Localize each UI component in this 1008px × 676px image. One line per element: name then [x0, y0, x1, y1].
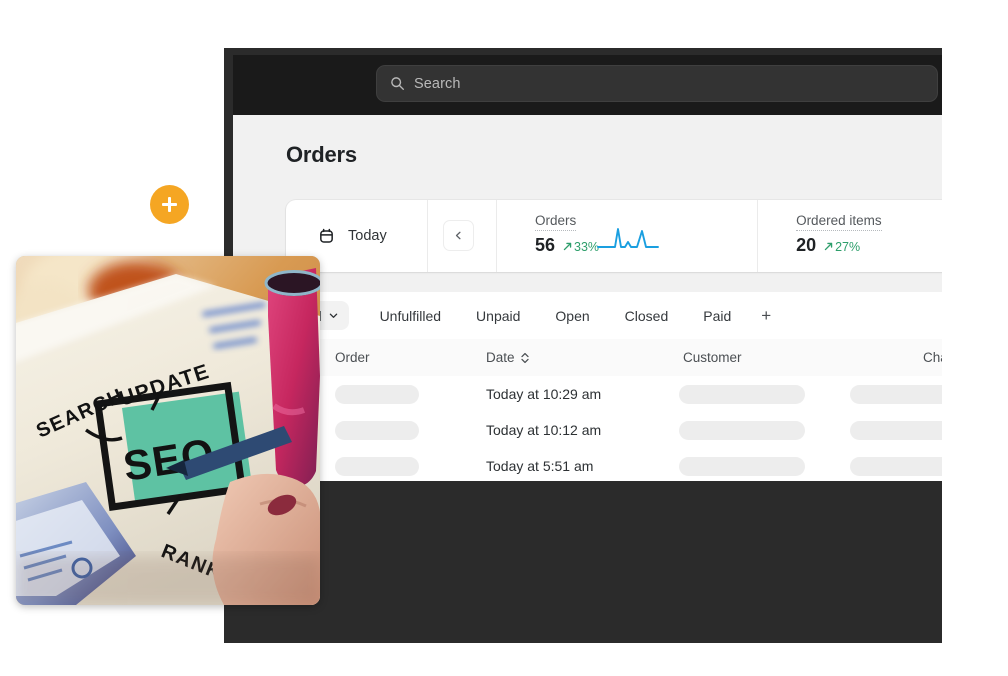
channel-placeholder [850, 457, 942, 476]
customer-placeholder [679, 421, 805, 440]
order-placeholder [335, 457, 419, 476]
metric-label: Ordered items [796, 213, 882, 231]
metric-ordered-items: Ordered items 20 27% [757, 200, 882, 272]
seo-notebook-photo: SEARCH UPDATE SEO RANKINGS [16, 256, 320, 605]
order-date: Today at 5:51 am [486, 458, 594, 474]
previous-period-button[interactable] [443, 220, 474, 251]
column-header-date[interactable]: Date [486, 350, 530, 365]
sort-arrows-icon [520, 352, 529, 363]
calendar-icon [320, 228, 333, 243]
channel-placeholder [850, 385, 942, 404]
customer-placeholder [679, 457, 805, 476]
order-date: Today at 10:29 am [486, 386, 602, 402]
order-date: Today at 10:12 am [486, 422, 602, 438]
column-header-order[interactable]: Order [335, 350, 370, 365]
add-tab-button[interactable]: + [761, 307, 771, 324]
arrow-up-right-icon [824, 242, 833, 251]
photo-artwork: SEARCH UPDATE SEO RANKINGS [16, 256, 320, 605]
tab-unfulfilled[interactable]: Unfulfilled [372, 308, 449, 324]
chevron-left-icon [455, 231, 461, 240]
column-header-date-label: Date [486, 350, 515, 365]
metric-label: Orders [535, 213, 577, 231]
column-header-customer[interactable]: Customer [683, 350, 742, 365]
tab-closed[interactable]: Closed [617, 308, 677, 324]
search-icon [391, 77, 405, 91]
app-content: Orders Today Orders 56 33% Ordered items… [233, 115, 942, 481]
page-title: Orders [286, 142, 357, 167]
metric-delta-value: 33% [574, 239, 600, 254]
tab-open[interactable]: Open [547, 308, 597, 324]
order-tabs: All Unfulfilled Unpaid Open Closed Paid … [233, 292, 942, 340]
date-range-label: Today [348, 228, 387, 244]
table-row[interactable]: Today at 5:51 am [233, 448, 942, 481]
table-header: Order Date Customer Chan [233, 339, 942, 377]
metric-delta: 33% [563, 240, 599, 254]
column-header-channel[interactable]: Chan [923, 350, 942, 365]
customer-placeholder [679, 385, 805, 404]
chevron-down-icon [329, 313, 337, 318]
metric-delta: 27% [824, 240, 860, 254]
stats-card: Today Orders 56 33% Ordered items 20 27% [286, 200, 942, 272]
plus-icon [162, 197, 177, 212]
metric-delta-value: 27% [835, 239, 861, 254]
tab-paid[interactable]: Paid [695, 308, 739, 324]
search-placeholder: Search [414, 75, 461, 92]
orders-sparkline [597, 228, 659, 248]
metric-orders: Orders 56 33% [496, 200, 659, 272]
add-button[interactable] [150, 185, 189, 224]
table-row[interactable]: Today at 10:12 am [233, 412, 942, 449]
tab-unpaid[interactable]: Unpaid [468, 308, 528, 324]
left-white-card [0, 0, 226, 259]
metric-value: 20 [796, 235, 817, 255]
right-white-card [950, 55, 1008, 480]
metric-value: 56 [535, 235, 556, 255]
table-row[interactable]: Today at 10:29 am [233, 376, 942, 413]
screenshot-stage: Search Orders Today Orders 56 33% Ordere… [0, 0, 1008, 676]
arrow-up-right-icon [563, 242, 572, 251]
channel-placeholder [850, 421, 942, 440]
order-placeholder [335, 385, 419, 404]
search-input[interactable]: Search [376, 65, 938, 102]
order-placeholder [335, 421, 419, 440]
